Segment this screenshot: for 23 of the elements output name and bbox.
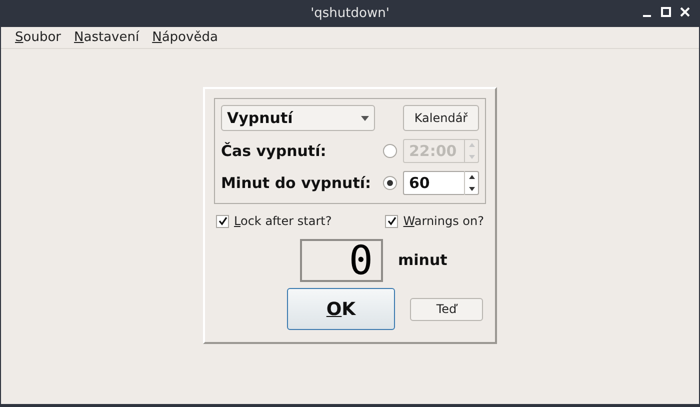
radio-button[interactable] [383, 144, 397, 158]
menu-item[interactable]: Nápověda [152, 28, 218, 48]
action-dropdown[interactable]: Vypnutí [221, 105, 375, 131]
mode-label: Čas vypnutí: [221, 140, 328, 162]
dropdown-arrow-icon [361, 116, 369, 120]
spin-field[interactable]: 60 [403, 171, 479, 195]
checkbox[interactable] [216, 214, 229, 228]
radio-button[interactable] [383, 176, 397, 190]
maximize-icon[interactable] [661, 7, 671, 17]
menu-item[interactable]: Nastavení [74, 28, 140, 48]
mode-label: Minut do vypnutí: [221, 172, 372, 194]
menu-item[interactable]: Soubor [15, 28, 62, 48]
lcd-display: 0 [300, 239, 383, 282]
ok-button[interactable]: OK [287, 288, 395, 330]
unit-label: minut [398, 250, 448, 272]
checkbox-label: Warnings on? [403, 213, 484, 230]
calendar-button[interactable]: Kalendář [403, 105, 479, 131]
checkbox-label: Lock after start? [234, 213, 332, 230]
window-title: 'qshutdown' [310, 4, 390, 23]
spin-buttons[interactable] [464, 171, 478, 195]
now-button[interactable]: Teď [410, 298, 483, 320]
close-icon[interactable] [680, 7, 690, 17]
checkbox[interactable] [385, 214, 398, 228]
